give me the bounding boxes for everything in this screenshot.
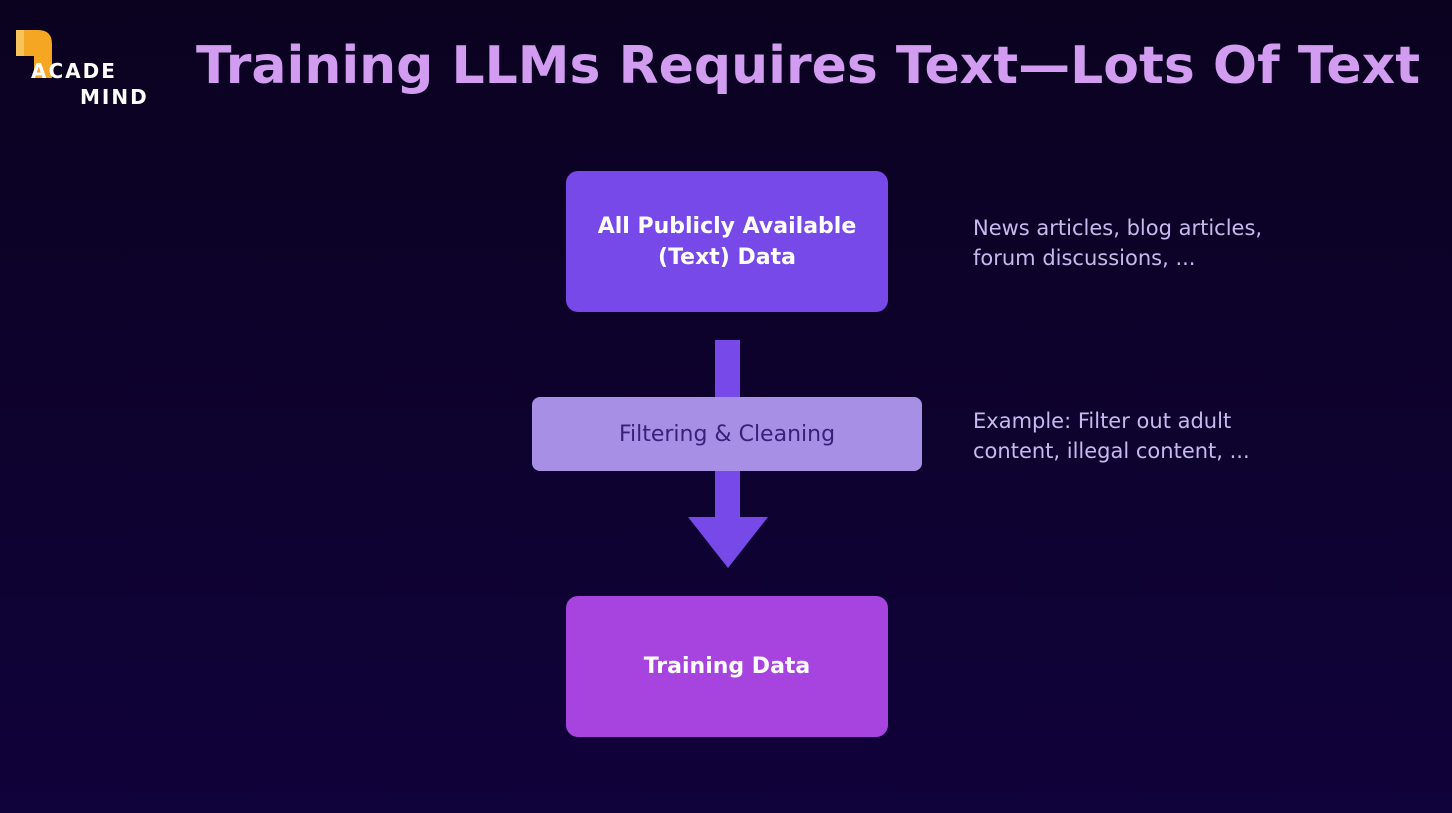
- source-data-label-line2: (Text) Data: [658, 244, 796, 270]
- academind-logo: ACADE MIND: [14, 28, 154, 109]
- logo-text-line2: MIND: [80, 85, 149, 109]
- source-data-note-line2: forum discussions, ...: [973, 246, 1196, 270]
- training-data-label: Training Data: [643, 654, 811, 679]
- training-data-box: Training Data: [566, 596, 888, 737]
- filtering-cleaning-box: Filtering & Cleaning: [532, 397, 922, 471]
- logo-text-line1: ACADE: [31, 59, 117, 83]
- filter-note-line2: content, illegal content, ...: [973, 439, 1250, 463]
- slide-title: Training LLMs Requires Text—Lots Of Text: [196, 36, 1421, 96]
- source-data-note-line1: News articles, blog articles,: [973, 216, 1263, 240]
- filtering-cleaning-label: Filtering & Cleaning: [618, 421, 836, 447]
- source-data-box: All Publicly Available (Text) Data: [566, 171, 888, 312]
- source-data-note: News articles, blog articles, forum disc…: [973, 213, 1303, 273]
- source-data-label-line1: All Publicly Available: [597, 213, 857, 239]
- filter-note-line1: Example: Filter out adult: [973, 409, 1232, 433]
- filter-note: Example: Filter out adult content, illeg…: [973, 406, 1303, 466]
